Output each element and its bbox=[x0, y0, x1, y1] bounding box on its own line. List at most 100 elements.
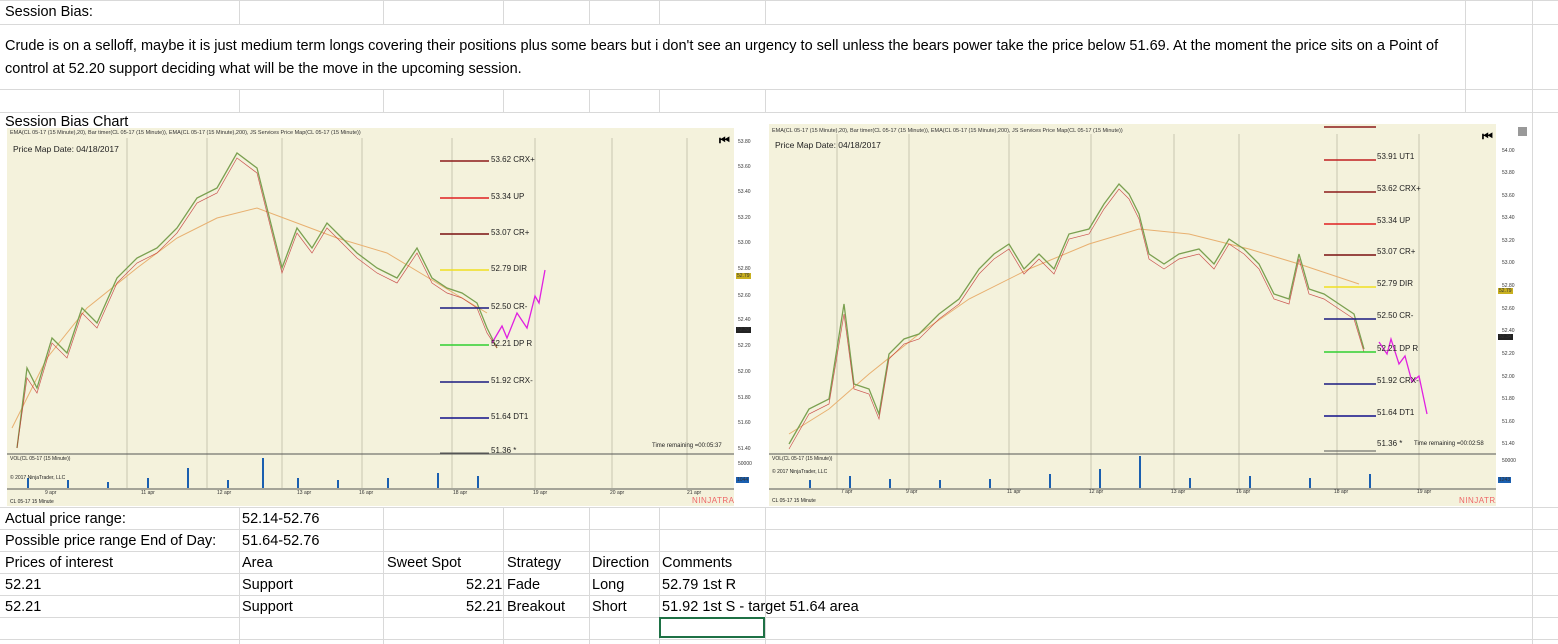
axis-tick: 52.40 bbox=[738, 317, 751, 323]
window-button-icon[interactable] bbox=[1518, 127, 1527, 136]
level-label: 53.07 CR+ bbox=[491, 228, 530, 237]
row2-strategy[interactable]: Breakout bbox=[507, 596, 565, 618]
session-bias-paragraph: Crude is on a selloff, maybe it is just … bbox=[5, 38, 1439, 77]
last-price-tag: 52.34 bbox=[1498, 334, 1513, 340]
level-label: 53.62 CRX+ bbox=[491, 155, 535, 164]
price-tag: 52.79 bbox=[736, 273, 751, 279]
instrument-label: CL 05-17 15 Minute bbox=[10, 499, 54, 505]
header-area: Area bbox=[242, 555, 273, 571]
axis-tick: 53.60 bbox=[738, 164, 751, 170]
level-label: 51.64 DT1 bbox=[1377, 408, 1415, 417]
row1-direction[interactable]: Long bbox=[592, 574, 624, 596]
axis-tick: 54.00 bbox=[1502, 148, 1515, 154]
selected-cell[interactable] bbox=[659, 617, 765, 638]
date-tick: 16 apr bbox=[1236, 489, 1251, 495]
price-tag: 52.79 bbox=[1498, 288, 1513, 294]
row1-strategy[interactable]: Fade bbox=[507, 574, 540, 596]
axis-tick: 53.20 bbox=[738, 215, 751, 221]
axis-tick: 53.80 bbox=[1502, 170, 1515, 176]
level-label: 53.34 UP bbox=[1377, 216, 1411, 225]
axis-tick: 51.40 bbox=[738, 446, 751, 452]
row1-area[interactable]: Support bbox=[242, 574, 293, 596]
axis-tick: 53.00 bbox=[1502, 260, 1515, 266]
date-tick: 21 apr bbox=[687, 490, 702, 496]
row2-sweet[interactable]: 52.21 bbox=[466, 596, 502, 618]
axis-tick: 51.80 bbox=[738, 395, 751, 401]
date-tick: 12 apr bbox=[217, 490, 232, 496]
actual-range-value[interactable]: 52.14-52.76 bbox=[242, 508, 319, 530]
time-remaining: Time remaining =00:02:58 bbox=[1414, 441, 1484, 447]
axis-tick: 53.60 bbox=[1502, 193, 1515, 199]
level-label: 52.79 DIR bbox=[1377, 279, 1414, 288]
date-tick: 13 apr bbox=[297, 490, 312, 496]
axis-tick: 53.20 bbox=[1502, 238, 1515, 244]
row1-comments[interactable]: 52.79 1st R bbox=[662, 574, 736, 596]
scroll-end-icon[interactable]: ⏮ bbox=[1482, 129, 1493, 144]
vol-axis-tick: 50000 bbox=[738, 461, 752, 467]
axis-tick: 53.40 bbox=[1502, 215, 1515, 221]
level-label: 51.64 DT1 bbox=[491, 412, 529, 421]
axis-tick: 53.00 bbox=[738, 240, 751, 246]
volume-label: VOL(CL 05-17 (15 Minute)) bbox=[10, 456, 71, 462]
date-tick: 16 apr bbox=[359, 490, 374, 496]
session-bias-title: Session Bias: bbox=[5, 4, 93, 20]
header-comments: Comments bbox=[662, 555, 733, 571]
row2-area[interactable]: Support bbox=[242, 596, 293, 618]
scroll-end-icon[interactable]: ⏮ bbox=[719, 133, 730, 148]
left-price-levels bbox=[440, 160, 489, 454]
header-direction: Direction bbox=[592, 555, 650, 571]
row2-comments[interactable]: 51.92 1st S - target 51.64 area bbox=[662, 596, 859, 618]
row2-price[interactable]: 52.21 bbox=[5, 596, 41, 618]
date-tick: 9 apr bbox=[906, 489, 918, 495]
level-label: 53.91 UT1 bbox=[1377, 152, 1415, 161]
vol-axis-tick: 50000 bbox=[1502, 458, 1516, 464]
header-sweet-spot: Sweet Spot bbox=[387, 555, 462, 571]
date-tick: 11 apr bbox=[141, 490, 155, 496]
date-tick: 19 apr bbox=[533, 490, 548, 496]
level-label: 53.34 UP bbox=[491, 192, 525, 201]
axis-tick: 53.80 bbox=[738, 139, 751, 145]
date-tick: 11 apr bbox=[1007, 489, 1021, 495]
date-tick: 19 apr bbox=[1417, 489, 1432, 495]
vol-tag: 1243 bbox=[1498, 477, 1512, 483]
time-remaining: Time remaining =00:05:37 bbox=[652, 443, 722, 449]
axis-tick: 51.40 bbox=[1502, 441, 1515, 447]
axis-tick: 52.00 bbox=[738, 369, 751, 375]
axis-tick: 52.20 bbox=[1502, 351, 1515, 357]
date-tick: 18 apr bbox=[453, 490, 468, 496]
copyright: © 2017 NinjaTrader, LLC bbox=[772, 469, 828, 475]
volume-label: VOL(CL 05-17 (15 Minute)) bbox=[772, 456, 833, 462]
level-label: 53.07 CR+ bbox=[1377, 247, 1416, 256]
copyright: © 2017 NinjaTrader, LLC bbox=[10, 475, 66, 481]
row2-direction[interactable]: Short bbox=[592, 596, 627, 618]
date-tick: 20 apr bbox=[610, 490, 625, 496]
level-label: 52.50 CR- bbox=[491, 302, 528, 311]
date-tick: 9 apr bbox=[45, 490, 57, 496]
level-label: 52.21 DP R bbox=[491, 339, 533, 348]
level-label: 52.50 CR- bbox=[1377, 311, 1414, 320]
level-label: 52.79 DIR bbox=[491, 264, 528, 273]
axis-tick: 52.20 bbox=[738, 343, 751, 349]
instrument-label: CL 05-17 15 Minute bbox=[772, 498, 816, 504]
vol-tag: 1044 bbox=[736, 477, 750, 483]
right-price-levels bbox=[1324, 126, 1376, 452]
chart-left: EMA(CL 05-17 (15 Minute),20), Bar timer(… bbox=[7, 128, 764, 506]
axis-tick: 51.60 bbox=[1502, 419, 1515, 425]
row1-sweet[interactable]: 52.21 bbox=[466, 574, 502, 596]
level-label: 51.36 * bbox=[1377, 439, 1403, 448]
axis-tick: 53.40 bbox=[738, 189, 751, 195]
level-label: 53.62 CRX+ bbox=[1377, 184, 1421, 193]
date-tick: 12 apr bbox=[1089, 489, 1104, 495]
row1-price[interactable]: 52.21 bbox=[5, 574, 41, 596]
header-strategy: Strategy bbox=[507, 555, 561, 571]
axis-tick: 52.80 bbox=[738, 266, 751, 272]
axis-tick: 51.80 bbox=[1502, 396, 1515, 402]
header-prices: Prices of interest bbox=[5, 555, 113, 571]
price-axis: 54.00 53.80 53.60 53.40 53.20 53.00 52.8… bbox=[1496, 124, 1531, 506]
possible-range-value[interactable]: 51.64-52.76 bbox=[242, 530, 319, 552]
level-label: 52.21 DP R bbox=[1377, 344, 1419, 353]
level-label: 51.36 * bbox=[491, 446, 517, 455]
price-axis: 53.80 53.60 53.40 53.20 53.00 52.80 52.6… bbox=[734, 128, 764, 506]
date-tick: 7 apr bbox=[841, 489, 853, 495]
actual-range-label: Actual price range: bbox=[5, 511, 126, 527]
